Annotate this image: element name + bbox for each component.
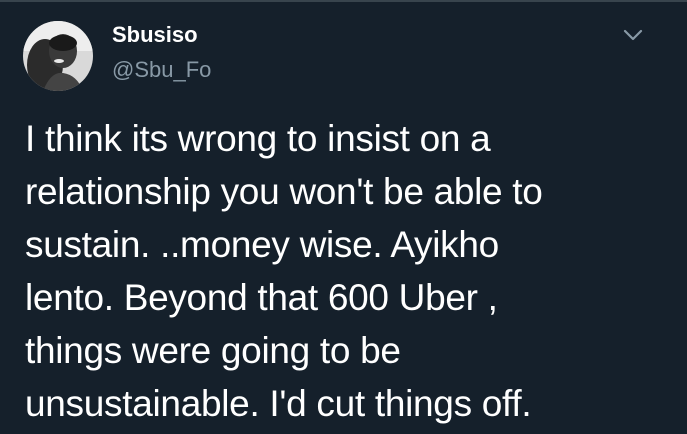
display-name[interactable]: Sbusiso [112, 22, 198, 48]
user-avatar-icon [23, 21, 93, 91]
tweet-text-line: unsustainable. I'd cut things off. [25, 383, 532, 424]
tweet-text-line: relationship you won't be able to [25, 171, 543, 212]
user-handle[interactable]: @Sbu_Fo [112, 57, 211, 83]
tweet-text-line: things were going to be [25, 330, 401, 371]
tweet-text-line: sustain. ..money wise. Ayikho [25, 224, 499, 265]
avatar[interactable] [23, 21, 93, 91]
chevron-down-icon[interactable] [619, 21, 647, 49]
tweet-text: I think its wrong to insist on a relatio… [25, 112, 670, 430]
tweet-text-line: I think its wrong to insist on a [25, 118, 491, 159]
tweet-text-line: lento. Beyond that 600 Uber , [25, 277, 498, 318]
top-divider [0, 0, 687, 2]
